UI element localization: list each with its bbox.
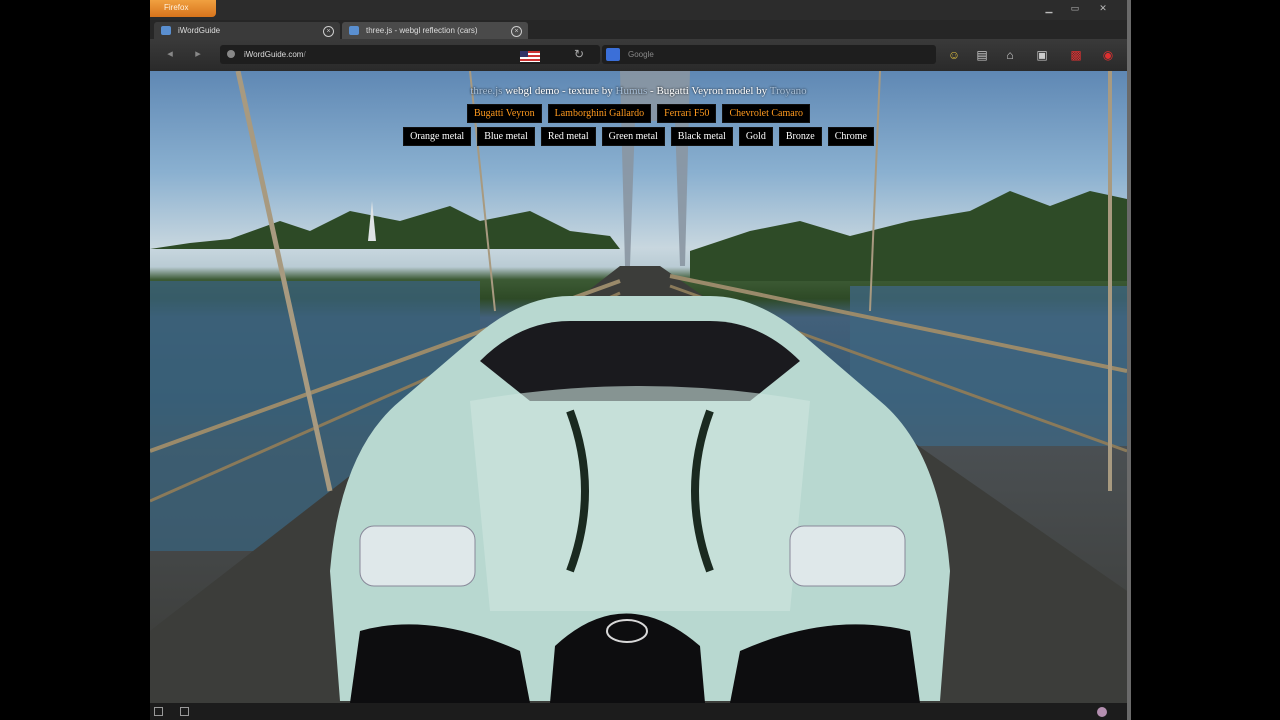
status-bar bbox=[150, 703, 1127, 720]
address-host: iWordGuide.com bbox=[244, 50, 304, 59]
texture-author-link[interactable]: Humus bbox=[616, 85, 648, 97]
material-button-gold[interactable]: Gold bbox=[738, 127, 773, 146]
screenshot-icon[interactable]: ▣ bbox=[1034, 47, 1050, 63]
address-path: / bbox=[303, 50, 306, 59]
car-button-ferrari-f50[interactable]: Ferrari F50 bbox=[657, 104, 717, 123]
threejs-link[interactable]: three.js bbox=[470, 85, 502, 97]
home-icon[interactable]: ⌂ bbox=[1002, 47, 1018, 63]
us-flag-icon[interactable] bbox=[520, 51, 540, 62]
car-scene bbox=[150, 71, 1127, 703]
forward-arrow-icon[interactable]: ▸ bbox=[188, 46, 208, 62]
maximize-icon[interactable]: ▭ bbox=[1068, 4, 1082, 13]
title-bar: Firefox ▁ ▭ ✕ bbox=[150, 0, 1127, 20]
treeline-right bbox=[690, 191, 1127, 281]
credit-texture: texture by bbox=[568, 85, 613, 97]
material-button-chrome[interactable]: Chrome bbox=[827, 127, 874, 146]
browser-window: Firefox ▁ ▭ ✕ iWordGuide × three.js - we… bbox=[150, 0, 1127, 720]
material-button-orange-metal[interactable]: Orange metal bbox=[403, 127, 472, 146]
car-button-lamborghini-gallardo[interactable]: Lamborghini Gallardo bbox=[547, 104, 652, 123]
record-addon-icon[interactable]: ◉ bbox=[1100, 47, 1116, 63]
close-window-icon[interactable]: ✕ bbox=[1096, 4, 1110, 13]
navigation-bar: ◂ ▸ iWordGuide.com/ ↻ Google ⚲ ☺ ▤ ⌂ ▣ ▩… bbox=[150, 39, 1127, 71]
treeline-left bbox=[150, 206, 620, 249]
tab-threejs[interactable]: three.js - webgl reflection (cars) × bbox=[342, 22, 528, 39]
credit-model: Bugatti Veyron model by bbox=[656, 85, 768, 97]
car-button-bugatti-veyron[interactable]: Bugatti Veyron bbox=[466, 104, 542, 123]
bridge-tower bbox=[620, 71, 690, 266]
car-selector: Bugatti Veyron Lamborghini Gallardo Ferr… bbox=[150, 104, 1127, 123]
car-hood bbox=[470, 386, 810, 611]
reload-icon[interactable]: ↻ bbox=[574, 47, 584, 61]
back-arrow-icon[interactable]: ◂ bbox=[160, 46, 180, 62]
page-favicon-icon bbox=[349, 26, 359, 35]
google-search-engine-icon[interactable] bbox=[606, 48, 620, 61]
webgl-canvas[interactable]: three.js webgl demo - texture by Humus -… bbox=[150, 71, 1127, 703]
material-button-black-metal[interactable]: Black metal bbox=[670, 127, 733, 146]
car-button-chevrolet-camaro[interactable]: Chevrolet Camaro bbox=[722, 104, 811, 123]
bookmarks-icon[interactable]: ▤ bbox=[974, 47, 990, 63]
addon-face-icon[interactable]: ☺ bbox=[946, 47, 962, 63]
demo-credit: three.js webgl demo - texture by Humus -… bbox=[470, 85, 807, 97]
tab-iwordguide[interactable]: iWordGuide × bbox=[154, 22, 340, 39]
firefox-menu-button[interactable]: Firefox bbox=[150, 0, 216, 17]
left-headlight bbox=[359, 525, 476, 587]
site-identity-icon bbox=[227, 50, 235, 58]
credit-webgl: webgl demo bbox=[505, 85, 560, 97]
material-button-bronze[interactable]: Bronze bbox=[778, 127, 822, 146]
address-bar[interactable]: iWordGuide.com/ bbox=[220, 45, 600, 64]
status-addon-icon[interactable] bbox=[1097, 707, 1107, 717]
model-author-link[interactable]: Troyano bbox=[770, 85, 807, 97]
page-favicon-icon bbox=[161, 26, 171, 35]
window-edge bbox=[1127, 0, 1131, 720]
close-tab-icon[interactable]: × bbox=[511, 26, 522, 37]
material-selector: Orange metal Blue metal Red metal Green … bbox=[150, 127, 1127, 146]
tab-title: three.js - webgl reflection (cars) bbox=[366, 26, 478, 35]
tab-bar: iWordGuide × three.js - webgl reflection… bbox=[150, 20, 1127, 55]
close-tab-icon[interactable]: × bbox=[323, 26, 334, 37]
material-button-blue-metal[interactable]: Blue metal bbox=[477, 127, 535, 146]
material-button-green-metal[interactable]: Green metal bbox=[601, 127, 665, 146]
minimize-icon[interactable]: ▁ bbox=[1042, 4, 1056, 13]
sidebar-toggle-icon[interactable] bbox=[180, 707, 189, 716]
tab-title: iWordGuide bbox=[178, 26, 221, 35]
hd-addon-icon[interactable]: ▩ bbox=[1068, 47, 1084, 63]
right-headlight bbox=[789, 525, 906, 587]
material-button-red-metal[interactable]: Red metal bbox=[540, 127, 596, 146]
addon-bar-icon[interactable] bbox=[154, 707, 163, 716]
address-text: iWordGuide.com/ bbox=[244, 45, 306, 64]
search-placeholder: Google bbox=[628, 50, 654, 59]
search-bar[interactable]: Google ⚲ bbox=[602, 45, 936, 64]
